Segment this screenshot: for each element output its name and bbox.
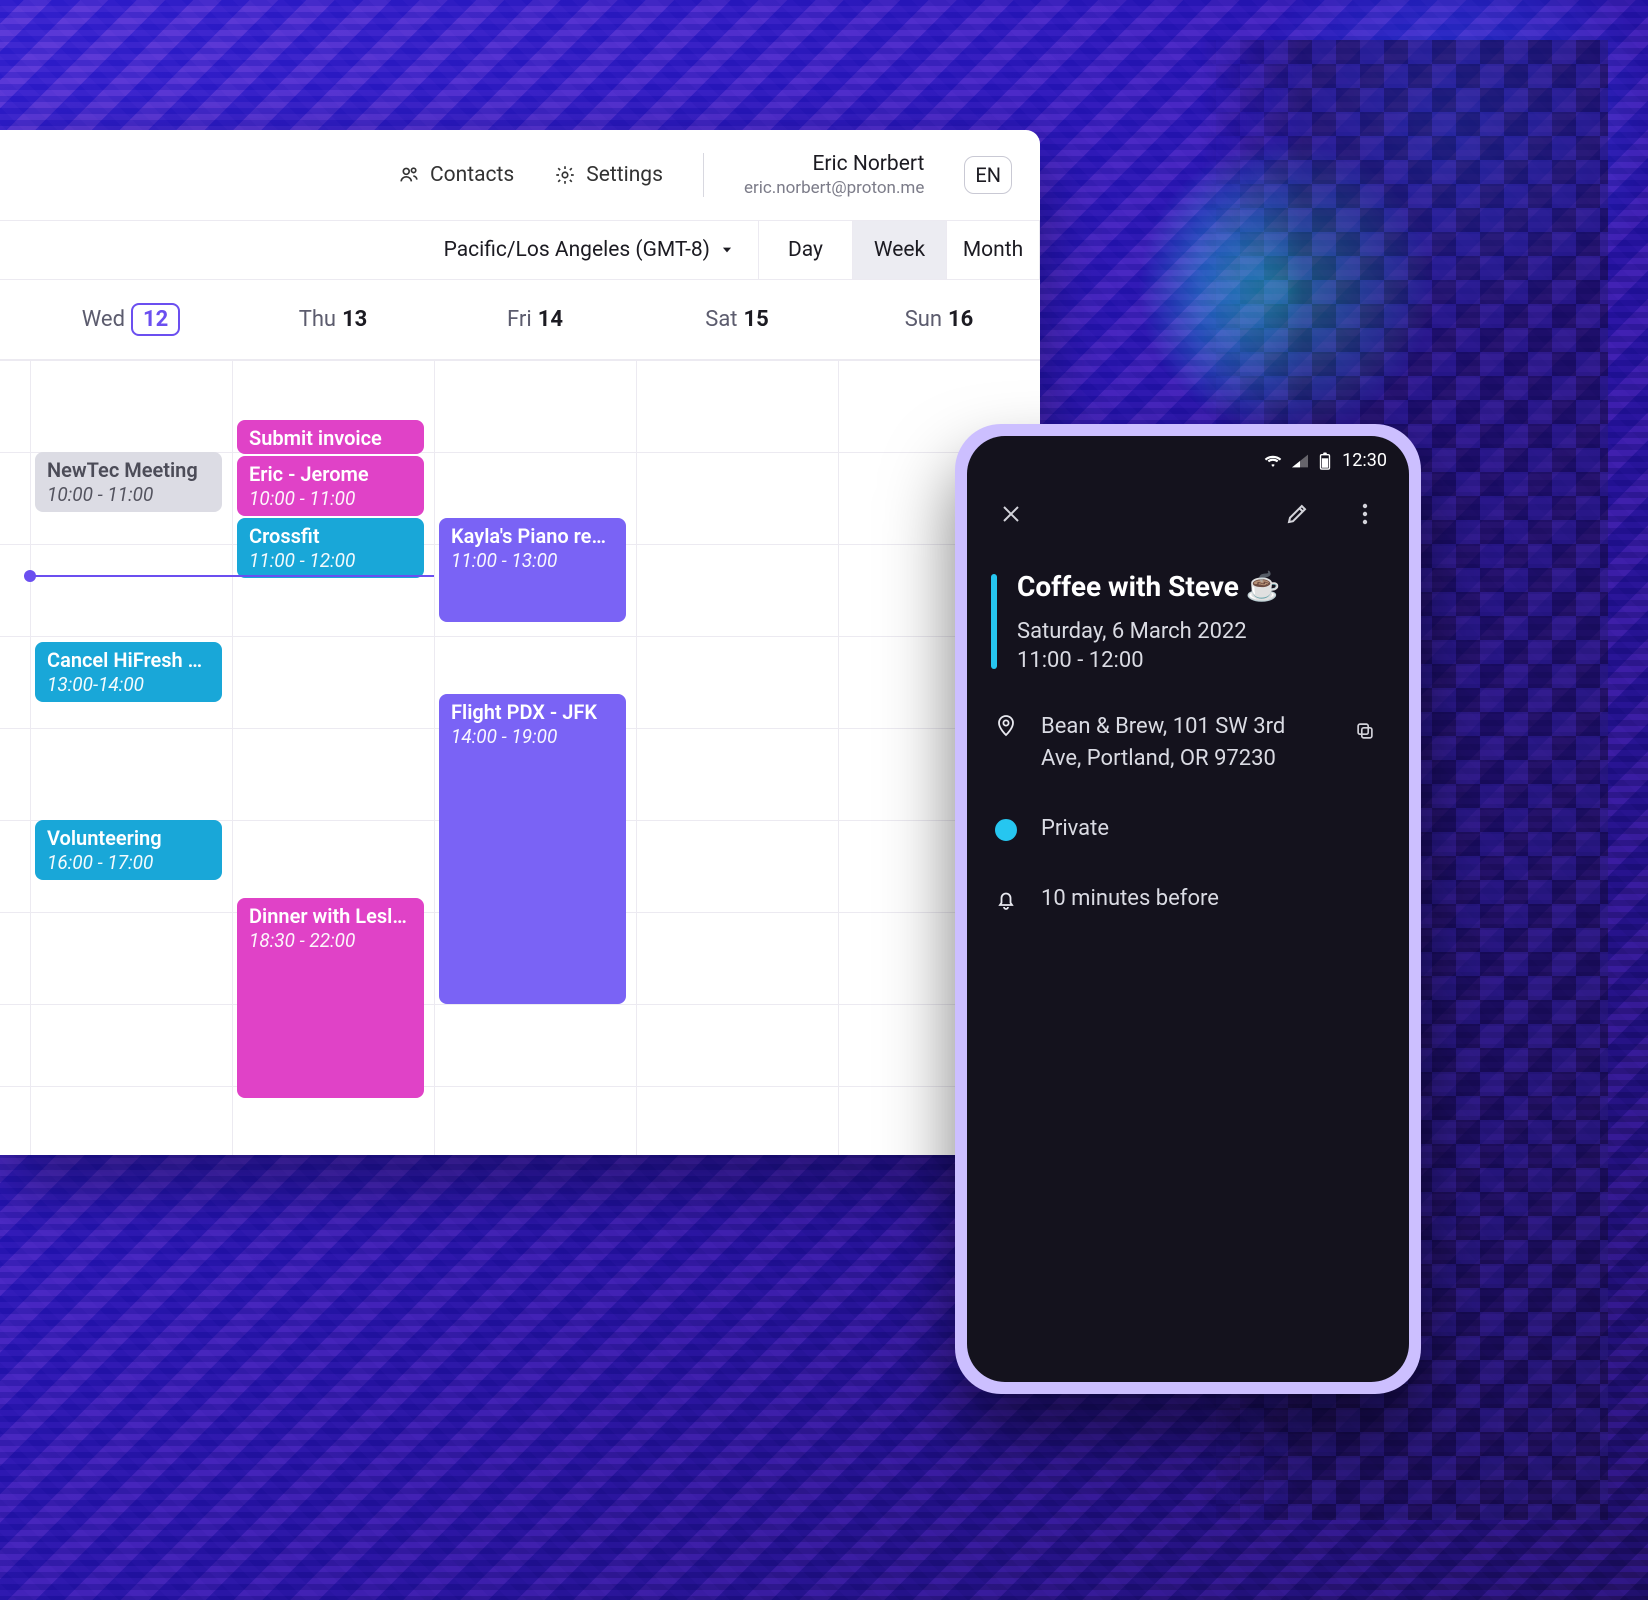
event-dinner[interactable]: Dinner with Leslie… 18:30 - 22:00 xyxy=(237,898,424,1098)
view-tab-week[interactable]: Week xyxy=(852,221,946,279)
day-header-row: Wed12 Thu13 Fri14 Sat15 Sun16 xyxy=(0,280,1040,360)
event-visibility: Private xyxy=(1041,813,1321,845)
location-icon xyxy=(991,711,1021,737)
col-thu: Submit invoice Eric - Jerome 10:00 - 11:… xyxy=(232,360,434,1155)
event-invoice[interactable]: Submit invoice xyxy=(237,420,424,454)
calendar-window: Contacts Settings Eric Norbert eric.norb… xyxy=(0,130,1040,1155)
settings-label: Settings xyxy=(586,163,663,187)
close-button[interactable] xyxy=(991,494,1031,534)
event-date: Saturday, 6 March 2022 xyxy=(1017,619,1385,644)
gear-icon xyxy=(554,164,576,186)
event-reminder-row: 10 minutes before xyxy=(991,883,1385,915)
contacts-label: Contacts xyxy=(430,163,514,187)
day-header-thu[interactable]: Thu13 xyxy=(232,307,434,332)
day-header-sun[interactable]: Sun16 xyxy=(838,307,1040,332)
event-location-row: Bean & Brew, 101 SW 3rd Ave, Portland, O… xyxy=(991,711,1385,775)
timezone-selector[interactable]: Pacific/Los Angeles (GMT-8) xyxy=(420,221,758,279)
event-header: Coffee with Steve ☕ Saturday, 6 March 20… xyxy=(991,570,1385,673)
event-crossfit[interactable]: Crossfit 11:00 - 12:00 xyxy=(237,518,424,578)
day-header-sat[interactable]: Sat15 xyxy=(636,307,838,332)
edit-button[interactable] xyxy=(1277,494,1317,534)
calendar-grid[interactable]: NewTec Meeting 10:00 - 11:00 Cancel HiFr… xyxy=(0,360,1040,1155)
event-time: 11:00 - 12:00 xyxy=(1017,648,1385,673)
view-tabs: Day Week Month xyxy=(758,221,1040,279)
event-flight[interactable]: Flight PDX - JFK 14:00 - 19:00 xyxy=(439,694,626,1004)
status-time: 12:30 xyxy=(1342,450,1387,471)
day-header-fri[interactable]: Fri14 xyxy=(434,307,636,332)
account-email: eric.norbert@proton.me xyxy=(744,178,924,199)
timezone-label: Pacific/Los Angeles (GMT-8) xyxy=(444,238,710,262)
event-eric[interactable]: Eric - Jerome 10:00 - 11:00 xyxy=(237,456,424,516)
wifi-icon xyxy=(1264,454,1282,468)
more-button[interactable] xyxy=(1345,494,1385,534)
view-tab-day[interactable]: Day xyxy=(758,221,852,279)
event-location: Bean & Brew, 101 SW 3rd Ave, Portland, O… xyxy=(1041,711,1321,775)
day-header-wed[interactable]: Wed12 xyxy=(30,303,232,336)
language-selector[interactable]: EN xyxy=(964,156,1012,194)
topbar: Contacts Settings Eric Norbert eric.norb… xyxy=(0,130,1040,220)
account-block[interactable]: Eric Norbert eric.norbert@proton.me xyxy=(744,151,924,199)
col-sat xyxy=(636,360,838,1155)
account-name: Eric Norbert xyxy=(744,151,924,177)
event-volunteer[interactable]: Volunteering 16:00 - 17:00 xyxy=(35,820,222,880)
event-newtec[interactable]: NewTec Meeting 10:00 - 11:00 xyxy=(35,452,222,512)
event-reminder: 10 minutes before xyxy=(1041,883,1321,915)
visibility-icon xyxy=(995,819,1017,841)
controls-bar: Pacific/Los Angeles (GMT-8) Day Week Mon… xyxy=(0,220,1040,280)
contacts-link[interactable]: Contacts xyxy=(398,163,514,187)
view-tab-month[interactable]: Month xyxy=(946,221,1040,279)
chevron-down-icon xyxy=(720,243,734,257)
battery-icon xyxy=(1318,452,1332,470)
col-fri: Kayla's Piano reci… 11:00 - 13:00 Flight… xyxy=(434,360,636,1155)
grid-cols: NewTec Meeting 10:00 - 11:00 Cancel HiFr… xyxy=(0,360,1040,1155)
event-visibility-row: Private xyxy=(991,813,1385,845)
event-toolbar xyxy=(991,490,1385,538)
signal-icon xyxy=(1292,454,1308,468)
col-wed: NewTec Meeting 10:00 - 11:00 Cancel HiFr… xyxy=(30,360,232,1155)
bell-icon xyxy=(991,886,1021,912)
event-title: Coffee with Steve ☕ xyxy=(1017,570,1385,603)
phone-screen: 12:30 Coffee with Steve ☕ Saturday, 6 Ma… xyxy=(967,436,1409,1382)
copy-button[interactable] xyxy=(1345,711,1385,751)
settings-link[interactable]: Settings xyxy=(554,163,663,187)
event-piano[interactable]: Kayla's Piano reci… 11:00 - 13:00 xyxy=(439,518,626,622)
event-cancel[interactable]: Cancel HiFresh s… 13:00-14:00 xyxy=(35,642,222,702)
phone-device: 12:30 Coffee with Steve ☕ Saturday, 6 Ma… xyxy=(955,424,1421,1394)
topbar-divider xyxy=(703,153,704,197)
phone-status-bar: 12:30 xyxy=(1264,450,1387,471)
contacts-icon xyxy=(398,164,420,186)
